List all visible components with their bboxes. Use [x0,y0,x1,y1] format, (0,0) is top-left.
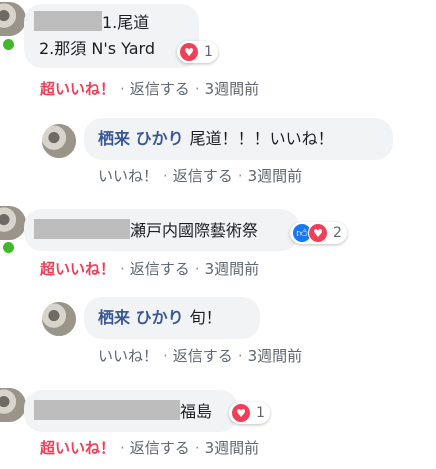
author-name[interactable]: 栖来 ひかり [98,129,184,148]
reply-bubble: 栖来 ひかり 旬！ [84,297,260,339]
redacted-name [34,219,130,239]
comment-bubble: 瀬戸内國際藝術祭 [24,209,299,251]
separator: · [237,347,243,365]
reply-button[interactable]: 返信する [173,167,233,185]
timestamp[interactable]: 3週間前 [248,347,303,365]
reaction-count: 2 [333,225,342,241]
redacted-name [34,400,180,420]
comment-actions: 超いいね！ · 返信する · 3週間前 [40,437,259,458]
comment-text-line: 2.那須 N's Yard [39,39,155,58]
avatar[interactable] [42,124,76,158]
timestamp[interactable]: 3週間前 [248,167,303,185]
like-button[interactable]: いいね！ [98,347,158,365]
reaction-count: 1 [256,405,265,421]
comment-bubble: 福島 [24,390,238,432]
separator: · [194,80,200,98]
separator: · [120,260,125,278]
comment-text: 福島 [180,402,213,421]
online-indicator [1,37,16,52]
like-button[interactable]: いいね！ [98,167,158,185]
redacted-name [34,11,102,31]
comment-text: 尾道！！！いいね！ [189,129,334,148]
heart-icon: ♥ [231,403,251,423]
heart-icon: ♥ [179,42,199,62]
comment-actions: 超いいね！ · 返信する · 3週間前 [40,258,259,279]
reply-button[interactable]: 返信する [130,80,190,98]
online-indicator [1,240,16,255]
timestamp[interactable]: 3週間前 [205,439,260,457]
comment-text-line: 1.尾道 [102,13,150,32]
timestamp[interactable]: 3週間前 [205,260,260,278]
reply-button[interactable]: 返信する [173,347,233,365]
separator: · [194,260,200,278]
avatar[interactable] [0,2,26,36]
separator: · [194,439,200,457]
timestamp[interactable]: 3週間前 [205,80,260,98]
separator: · [163,347,168,365]
comment-text: 旬！ [189,308,222,327]
reply-button[interactable]: 返信する [130,260,190,278]
separator: · [120,80,125,98]
author-name[interactable]: 栖来 ひかり [98,308,184,327]
reply-actions: いいね！ · 返信する · 3週間前 [98,345,302,366]
separator: · [163,167,168,185]
separator: · [237,167,243,185]
super-like-button[interactable]: 超いいね！ [40,439,115,457]
super-like-button[interactable]: 超いいね！ [40,80,115,98]
reaction-summary[interactable]: ♥ 1 [177,41,218,63]
comment-bubble: 1.尾道 2.那須 N's Yard [24,4,199,68]
avatar[interactable] [0,388,26,422]
reply-button[interactable]: 返信する [130,439,190,457]
avatar[interactable] [42,302,76,336]
heart-icon: ♥ [308,223,328,243]
separator: · [120,439,125,457]
avatar[interactable] [0,206,26,240]
comment-text: 瀬戸内國際藝術祭 [130,221,259,240]
reaction-summary[interactable]: ♥ 1 [229,402,270,424]
super-like-button[interactable]: 超いいね！ [40,260,115,278]
reaction-count: 1 [204,44,213,60]
reaction-summary[interactable]: 👍︎ ♥ 2 [290,222,347,244]
reply-bubble: 栖来 ひかり 尾道！！！いいね！ [84,118,393,160]
comment-actions: 超いいね！ · 返信する · 3週間前 [40,78,259,99]
reply-actions: いいね！ · 返信する · 3週間前 [98,165,302,186]
